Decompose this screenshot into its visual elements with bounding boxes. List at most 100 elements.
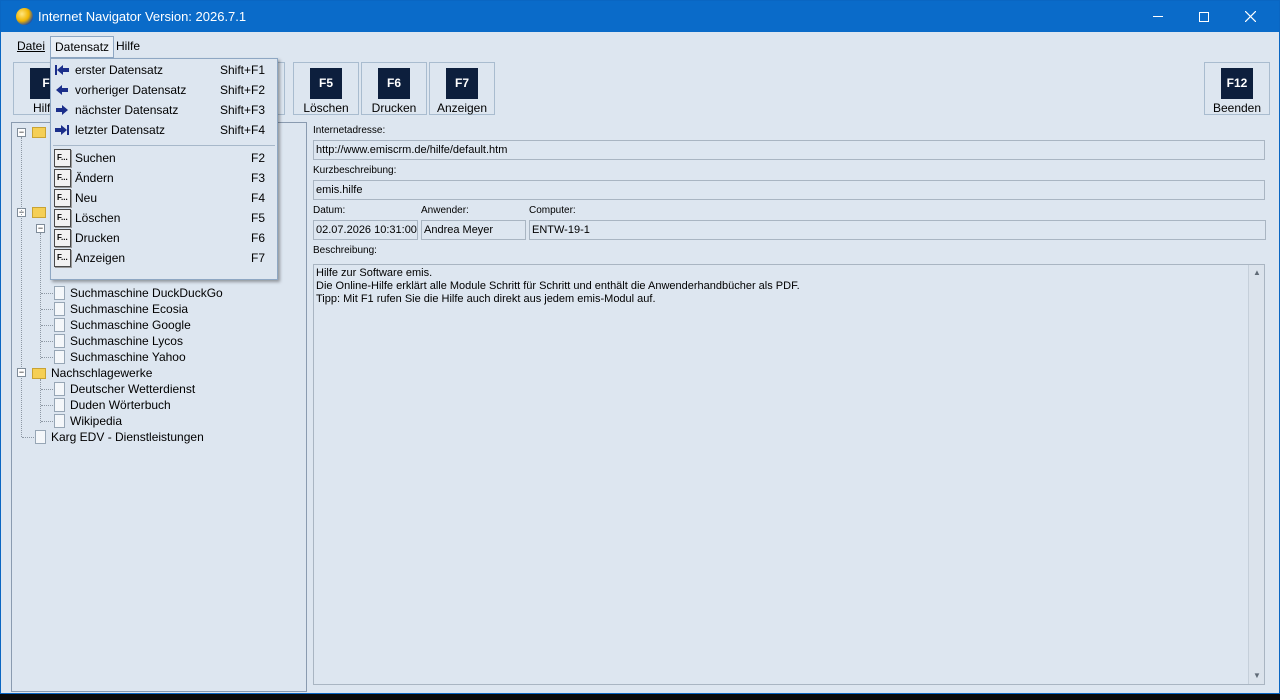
user-field[interactable]: Andrea Meyer (421, 220, 526, 240)
tree-item-label: Wikipedia (70, 414, 123, 428)
menu-item-label: Ändern (75, 171, 114, 185)
tree-item[interactable]: Suchmaschine Yahoo (54, 349, 186, 365)
menu-show[interactable]: F... Anzeigen F7 (51, 248, 277, 268)
exit-toolbar-label: Beenden (1212, 101, 1262, 115)
scroll-up-icon[interactable]: ▲ (1249, 265, 1265, 281)
menu-item-label: vorheriger Datensatz (75, 83, 187, 97)
description-label: Beschreibung: (313, 245, 377, 256)
url-label: Internetadresse: (313, 125, 386, 136)
function-key-icon: F... (54, 169, 71, 187)
tree-item-label: Karg EDV - Dienstleistungen (51, 430, 204, 444)
menu-item-shortcut: Shift+F4 (219, 123, 265, 137)
date-field[interactable]: 02.07.2026 10:31:00 (313, 220, 418, 240)
tree-item[interactable]: Wikipedia (54, 413, 122, 429)
tree-item-karg[interactable]: Karg EDV - Dienstleistungen (35, 429, 204, 445)
url-field[interactable]: http://www.emiscrm.de/hilfe/default.htm (313, 140, 1265, 160)
tree-item[interactable]: Suchmaschine DuckDuckGo (54, 285, 223, 301)
close-button[interactable] (1227, 1, 1273, 32)
tree-item[interactable]: Suchmaschine Google (54, 317, 191, 333)
tree-line (41, 389, 53, 390)
title-bar[interactable]: Internet Navigator Version: 2026.7.1 (1, 1, 1279, 32)
document-icon (54, 350, 65, 364)
first-record-icon (55, 65, 69, 75)
description-line: Tipp: Mit F1 rufen Sie die Hilfe auch di… (316, 293, 656, 305)
maximize-button[interactable] (1181, 1, 1227, 32)
document-icon (35, 430, 46, 444)
tree-collapse-toggle[interactable]: − (17, 128, 26, 137)
show-toolbar-button[interactable]: F7 Anzeigen (429, 62, 495, 115)
f7-key-icon: F7 (446, 68, 478, 99)
previous-record-icon (56, 85, 68, 95)
tree-line (41, 405, 53, 406)
menu-previous-record[interactable]: vorheriger Datensatz Shift+F2 (51, 80, 277, 100)
tree-item[interactable]: Suchmaschine Lycos (54, 333, 183, 349)
delete-toolbar-button[interactable]: F5 Löschen (293, 62, 359, 115)
folder-icon (32, 368, 46, 379)
short-description-field[interactable]: emis.hilfe (313, 180, 1265, 200)
computer-field[interactable]: ENTW-19-1 (529, 220, 1266, 240)
app-globe-icon (16, 8, 33, 25)
menu-delete[interactable]: F... Löschen F5 (51, 208, 277, 228)
menu-item-label: Neu (75, 191, 98, 205)
menu-print[interactable]: F... Drucken F6 (51, 228, 277, 248)
document-icon (54, 318, 65, 332)
close-icon (1244, 11, 1256, 22)
menu-bar: Datei Datensatz Hilfe (1, 32, 1279, 59)
function-key-icon: F... (54, 189, 71, 207)
menu-item-label: erster Datensatz (75, 63, 164, 77)
scroll-down-icon[interactable]: ▼ (1249, 668, 1265, 684)
minimize-icon (1153, 16, 1163, 17)
exit-toolbar-button[interactable]: F12 Beenden (1204, 62, 1270, 115)
tree-item-label: Suchmaschine Yahoo (70, 350, 186, 364)
menu-item-shortcut: Shift+F3 (219, 103, 265, 117)
menu-first-record[interactable]: erster Datensatz Shift+F1 (51, 60, 277, 80)
function-key-icon: F... (54, 249, 71, 267)
last-record-icon (55, 125, 69, 135)
tree-folder-nachschlagewerke[interactable]: Nachschlagewerke (32, 365, 152, 381)
tree-line (41, 325, 53, 326)
menu-search[interactable]: F... Suchen F2 (51, 148, 277, 168)
tree-line (41, 421, 53, 422)
menu-new[interactable]: F... Neu F4 (51, 188, 277, 208)
print-toolbar-button[interactable]: F6 Drucken (361, 62, 427, 115)
tree-item-label: Suchmaschine DuckDuckGo (70, 286, 223, 300)
tree-line (41, 341, 53, 342)
function-key-icon: F... (54, 149, 71, 167)
f5-key-icon: F5 (310, 68, 342, 99)
short-description-label: Kurzbeschreibung: (313, 165, 397, 176)
tree-item[interactable]: Deutscher Wetterdienst (54, 381, 195, 397)
date-label: Datum: (313, 205, 346, 216)
menu-datensatz[interactable]: Datensatz (50, 36, 115, 58)
tree-collapse-toggle[interactable]: − (17, 368, 26, 377)
description-scrollbar[interactable]: ▲ ▼ (1248, 265, 1264, 684)
tree-collapse-toggle[interactable]: − (36, 224, 45, 233)
app-window: Internet Navigator Version: 2026.7.1 Dat… (0, 0, 1280, 694)
minimize-button[interactable] (1135, 1, 1181, 32)
tree-line (40, 379, 41, 423)
f12-key-icon: F12 (1221, 68, 1253, 99)
menu-item-label: Anzeigen (75, 251, 126, 265)
menu-last-record[interactable]: letzter Datensatz Shift+F4 (51, 120, 277, 140)
datensatz-dropdown: erster Datensatz Shift+F1 vorheriger Dat… (50, 58, 278, 280)
document-icon (54, 398, 65, 412)
menu-next-record[interactable]: nächster Datensatz Shift+F3 (51, 100, 277, 120)
user-label: Anwender: (421, 205, 469, 216)
menu-hilfe[interactable]: Hilfe (112, 36, 144, 58)
menu-edit[interactable]: F... Ändern F3 (51, 168, 277, 188)
description-textarea[interactable]: Hilfe zur Software emis. Die Online-Hilf… (313, 264, 1265, 685)
tree-item[interactable]: Duden Wörterbuch (54, 397, 171, 413)
show-toolbar-label: Anzeigen (436, 101, 488, 115)
document-icon (54, 414, 65, 428)
tree-line (41, 293, 53, 294)
tree-item[interactable]: Suchmaschine Ecosia (54, 301, 188, 317)
tree-item-label: Duden Wörterbuch (70, 398, 171, 412)
menu-datei[interactable]: Datei (13, 36, 49, 58)
tree-line (41, 357, 53, 358)
menu-item-label: Löschen (75, 211, 121, 225)
next-record-icon (56, 105, 68, 115)
f6-key-icon: F6 (378, 68, 410, 99)
taskbar-strip (0, 694, 1280, 700)
menu-item-shortcut: Shift+F2 (219, 83, 265, 97)
function-key-icon: F... (54, 209, 71, 227)
menu-item-label: nächster Datensatz (75, 103, 179, 117)
